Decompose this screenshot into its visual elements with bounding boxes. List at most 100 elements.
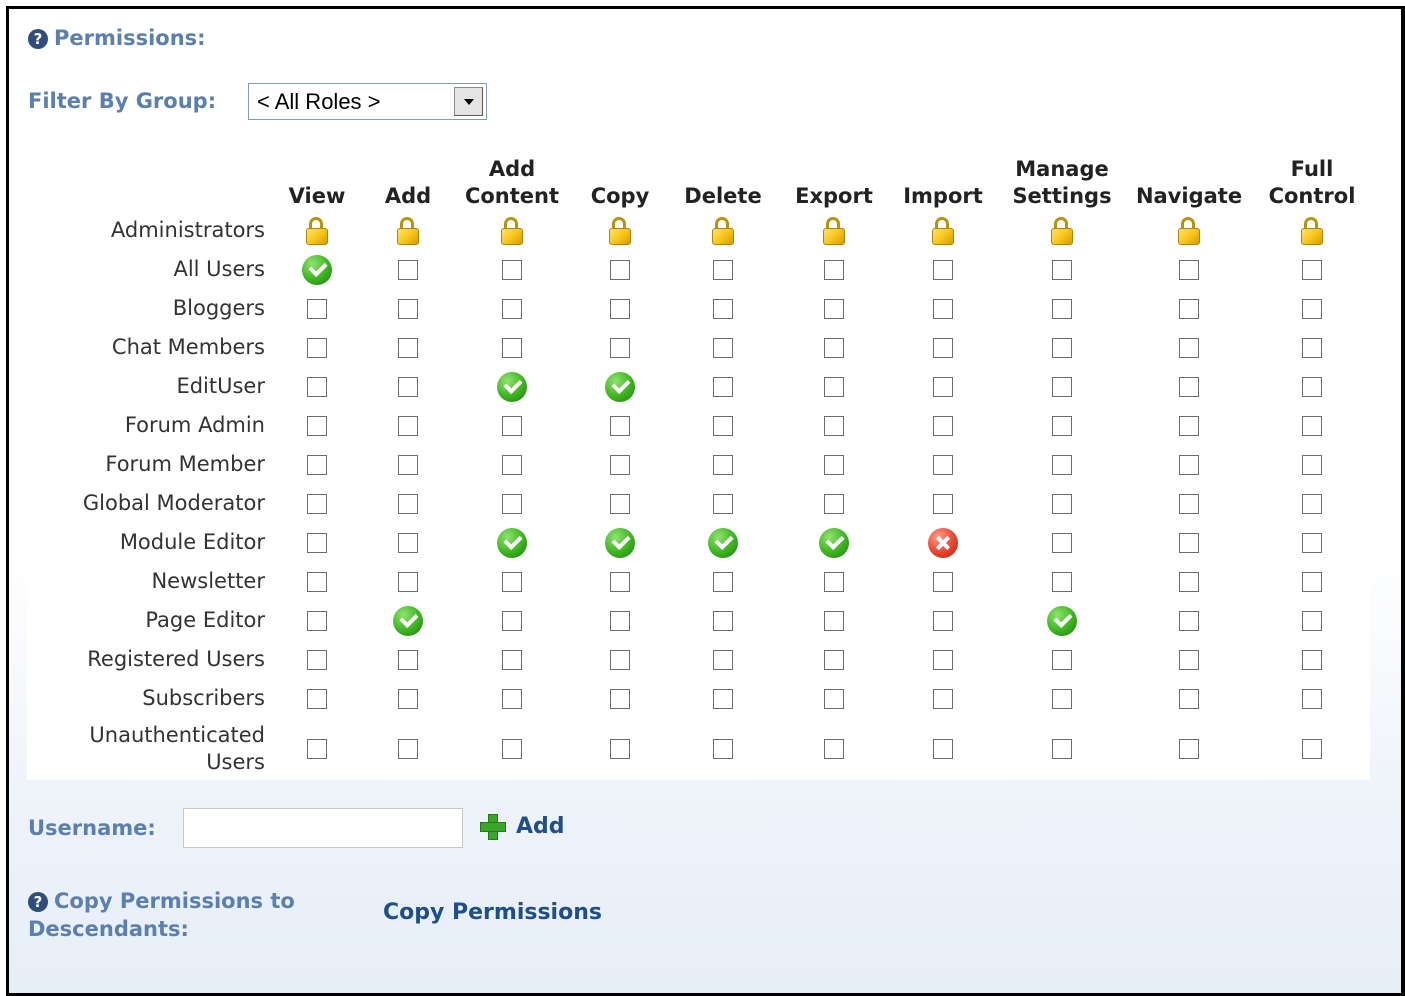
- check-granted-icon[interactable]: [605, 372, 635, 402]
- permission-cell[interactable]: [1047, 255, 1077, 285]
- permission-checkbox[interactable]: [610, 689, 630, 709]
- permission-checkbox[interactable]: [713, 299, 733, 319]
- permission-cell[interactable]: [928, 606, 958, 636]
- permission-checkbox[interactable]: [824, 739, 844, 759]
- permission-cell[interactable]: [605, 567, 635, 597]
- permission-cell[interactable]: [928, 450, 958, 480]
- permission-checkbox[interactable]: [398, 494, 418, 514]
- permission-cell[interactable]: [605, 606, 635, 636]
- permission-cell[interactable]: [605, 528, 635, 558]
- permission-cell[interactable]: [302, 734, 332, 764]
- permission-cell[interactable]: [1174, 294, 1204, 324]
- permission-checkbox[interactable]: [713, 260, 733, 280]
- permission-cell[interactable]: [1047, 489, 1077, 519]
- permission-checkbox[interactable]: [610, 494, 630, 514]
- permission-cell[interactable]: [819, 372, 849, 402]
- permission-cell[interactable]: [497, 294, 527, 324]
- permission-cell[interactable]: [708, 255, 738, 285]
- permission-cell[interactable]: [1174, 411, 1204, 441]
- permission-cell[interactable]: [708, 294, 738, 324]
- permission-cell[interactable]: [605, 294, 635, 324]
- permission-checkbox[interactable]: [713, 416, 733, 436]
- permission-checkbox[interactable]: [713, 689, 733, 709]
- permission-checkbox[interactable]: [398, 650, 418, 670]
- permission-checkbox[interactable]: [1052, 416, 1072, 436]
- permission-cell[interactable]: [1047, 645, 1077, 675]
- check-granted-icon[interactable]: [605, 528, 635, 558]
- permission-cell[interactable]: [302, 294, 332, 324]
- permission-checkbox[interactable]: [1302, 455, 1322, 475]
- permission-cell[interactable]: [1047, 528, 1077, 558]
- permission-cell[interactable]: [1174, 684, 1204, 714]
- username-input[interactable]: [183, 808, 463, 848]
- denied-x-icon[interactable]: [928, 528, 958, 558]
- permission-checkbox[interactable]: [398, 338, 418, 358]
- permission-checkbox[interactable]: [610, 299, 630, 319]
- permission-cell[interactable]: [497, 450, 527, 480]
- permission-cell[interactable]: [708, 411, 738, 441]
- permission-cell[interactable]: [1174, 333, 1204, 363]
- permission-cell[interactable]: [1174, 734, 1204, 764]
- permission-checkbox[interactable]: [502, 739, 522, 759]
- permission-cell[interactable]: [393, 372, 423, 402]
- permission-cell[interactable]: [497, 489, 527, 519]
- permission-checkbox[interactable]: [398, 572, 418, 592]
- permission-cell[interactable]: [819, 528, 849, 558]
- permission-cell[interactable]: [302, 684, 332, 714]
- permission-cell[interactable]: [1174, 606, 1204, 636]
- permission-cell[interactable]: [928, 255, 958, 285]
- permission-checkbox[interactable]: [713, 338, 733, 358]
- permission-cell[interactable]: [605, 684, 635, 714]
- permission-cell[interactable]: [928, 333, 958, 363]
- permission-checkbox[interactable]: [824, 338, 844, 358]
- permission-cell[interactable]: [605, 411, 635, 441]
- permission-checkbox[interactable]: [933, 689, 953, 709]
- permission-cell[interactable]: [393, 411, 423, 441]
- permission-cell[interactable]: [605, 645, 635, 675]
- permission-checkbox[interactable]: [307, 416, 327, 436]
- permission-checkbox[interactable]: [1179, 455, 1199, 475]
- permission-checkbox[interactable]: [933, 299, 953, 319]
- permission-cell[interactable]: [1174, 567, 1204, 597]
- permission-cell[interactable]: [1047, 567, 1077, 597]
- permission-checkbox[interactable]: [1302, 377, 1322, 397]
- permission-cell[interactable]: [708, 606, 738, 636]
- permission-checkbox[interactable]: [307, 533, 327, 553]
- permission-cell[interactable]: [605, 489, 635, 519]
- permission-checkbox[interactable]: [1052, 455, 1072, 475]
- permission-cell[interactable]: [393, 567, 423, 597]
- permission-checkbox[interactable]: [713, 611, 733, 631]
- permission-cell[interactable]: [819, 255, 849, 285]
- permission-cell[interactable]: [1297, 333, 1327, 363]
- permission-cell[interactable]: [302, 411, 332, 441]
- permission-cell[interactable]: [393, 333, 423, 363]
- permission-checkbox[interactable]: [1052, 338, 1072, 358]
- permission-cell[interactable]: [819, 734, 849, 764]
- permission-cell[interactable]: [928, 372, 958, 402]
- permission-checkbox[interactable]: [307, 455, 327, 475]
- permission-checkbox[interactable]: [1179, 572, 1199, 592]
- permission-cell[interactable]: [497, 333, 527, 363]
- permission-checkbox[interactable]: [1179, 689, 1199, 709]
- permission-cell[interactable]: [497, 734, 527, 764]
- permission-cell[interactable]: [708, 528, 738, 558]
- permission-checkbox[interactable]: [933, 494, 953, 514]
- permission-checkbox[interactable]: [713, 572, 733, 592]
- permission-checkbox[interactable]: [824, 650, 844, 670]
- permission-checkbox[interactable]: [933, 572, 953, 592]
- permission-checkbox[interactable]: [307, 572, 327, 592]
- permission-cell[interactable]: [605, 734, 635, 764]
- permission-checkbox[interactable]: [1179, 494, 1199, 514]
- permission-cell[interactable]: [302, 333, 332, 363]
- permission-checkbox[interactable]: [1179, 338, 1199, 358]
- permission-checkbox[interactable]: [713, 377, 733, 397]
- permission-cell[interactable]: [928, 294, 958, 324]
- permission-checkbox[interactable]: [398, 689, 418, 709]
- permission-checkbox[interactable]: [1302, 533, 1322, 553]
- permission-cell[interactable]: [1174, 528, 1204, 558]
- permission-cell[interactable]: [928, 411, 958, 441]
- permission-checkbox[interactable]: [502, 611, 522, 631]
- permission-cell[interactable]: [497, 645, 527, 675]
- permission-checkbox[interactable]: [398, 377, 418, 397]
- add-user-button[interactable]: Add: [478, 812, 565, 840]
